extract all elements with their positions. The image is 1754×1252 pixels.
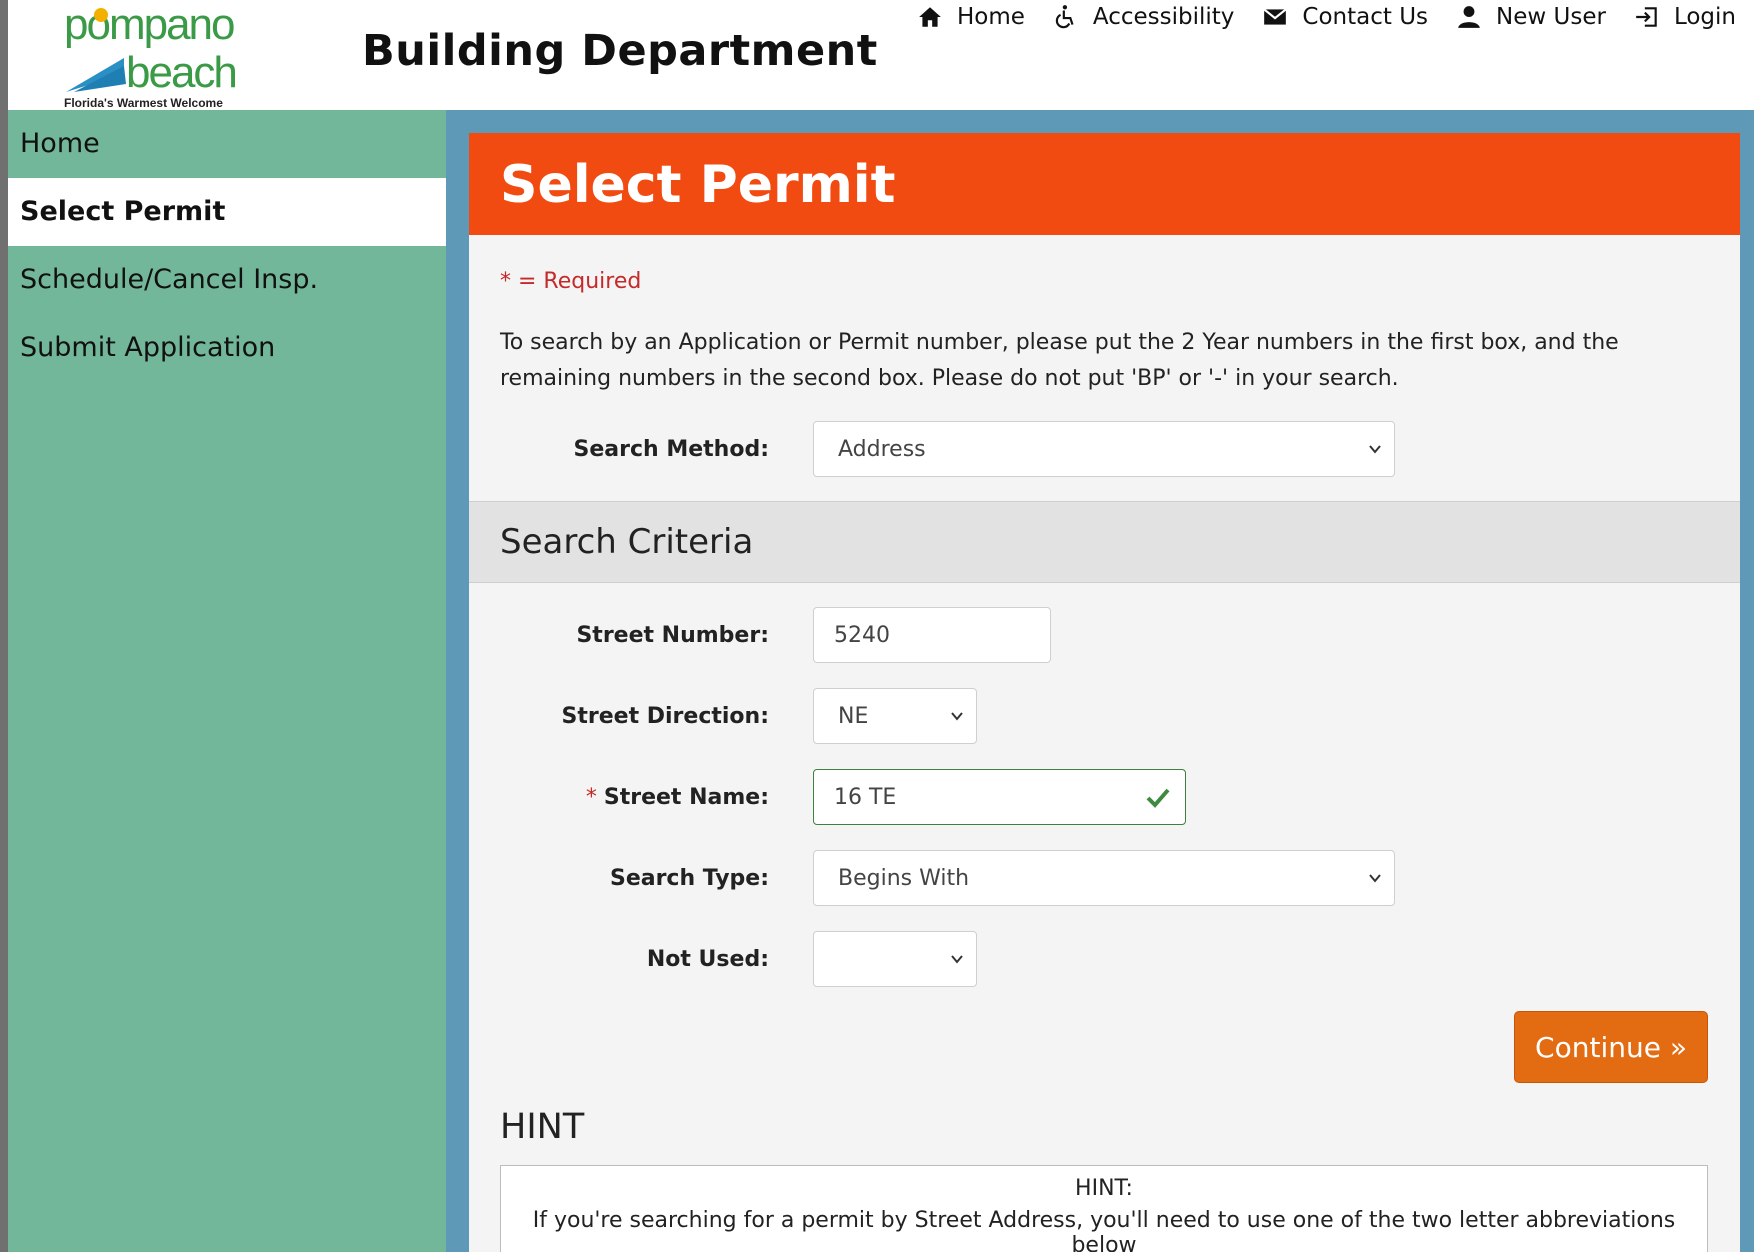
street-number-input[interactable]: 5240 <box>813 607 1051 663</box>
logo-tagline: Florida's Warmest Welcome <box>64 96 223 110</box>
logo-text-line1: pompano <box>64 0 235 49</box>
required-asterisk: * <box>585 785 604 810</box>
hint-box: HINT: If you're searching for a permit b… <box>500 1165 1708 1252</box>
section-title: Search Criteria <box>500 522 754 562</box>
street-number-label: Street Number: <box>576 623 769 648</box>
street-direction-value: NE <box>838 703 869 729</box>
select-permit-panel: Select Permit * = Required To search by … <box>469 133 1740 1252</box>
sidebar-item-schedule-cancel-insp[interactable]: Schedule/Cancel Insp. <box>8 246 446 314</box>
home-icon <box>919 7 941 27</box>
street-direction-label: Street Direction: <box>561 704 769 729</box>
street-direction-select[interactable]: NE <box>813 688 977 744</box>
continue-button[interactable]: Continue » <box>1514 1011 1708 1083</box>
sidebar-item-submit-application[interactable]: Submit Application <box>8 314 446 382</box>
chevron-down-icon <box>1369 445 1381 454</box>
nav-accessibility[interactable]: Accessibility <box>1053 4 1235 30</box>
pompano-beach-logo[interactable]: pompano beach Florida's Warmest Welcome <box>56 0 246 110</box>
nav-home-label: Home <box>956 4 1025 30</box>
fish-icon <box>66 58 126 92</box>
search-type-select[interactable]: Begins With <box>813 850 1395 906</box>
street-name-input[interactable]: 16 TE <box>813 769 1186 825</box>
street-number-value: 5240 <box>834 622 890 648</box>
envelope-icon <box>1263 8 1287 25</box>
site-header: pompano beach Florida's Warmest Welcome … <box>8 0 1754 110</box>
nav-new-user[interactable]: New User <box>1456 4 1606 30</box>
nav-accessibility-label: Accessibility <box>1092 4 1235 30</box>
login-icon <box>1636 7 1657 27</box>
not-used-label: Not Used: <box>646 947 769 972</box>
search-instructions: To search by an Application or Permit nu… <box>500 330 1619 391</box>
required-note: * = Required <box>500 269 642 294</box>
street-name-value: 16 TE <box>834 784 897 810</box>
not-used-select[interactable] <box>813 931 977 987</box>
chevron-down-icon <box>951 712 963 721</box>
nav-contact-us[interactable]: Contact Us <box>1262 4 1428 30</box>
sidebar-item-home[interactable]: Home <box>8 110 446 178</box>
nav-login-label: Login <box>1673 4 1736 30</box>
sun-icon <box>94 8 108 22</box>
checkmark-icon <box>1146 788 1170 808</box>
nav-login[interactable]: Login <box>1634 4 1736 30</box>
logo-text-line2: beach <box>126 48 238 97</box>
hint-heading: HINT <box>500 1107 585 1147</box>
search-method-label: Search Method: <box>573 437 769 462</box>
chevron-down-icon <box>1369 874 1381 883</box>
sidebar: Home Select Permit Schedule/Cancel Insp.… <box>8 110 446 1252</box>
user-icon <box>1458 6 1480 28</box>
chevron-down-icon <box>951 955 963 964</box>
accessibility-icon <box>1055 5 1074 29</box>
panel-title: Select Permit <box>500 155 896 215</box>
nav-home[interactable]: Home <box>917 4 1025 30</box>
street-name-label: * Street Name: <box>469 785 769 810</box>
page-title: Building Department <box>362 26 878 76</box>
nav-new-user-label: New User <box>1496 4 1606 30</box>
search-type-label: Search Type: <box>609 866 769 891</box>
search-criteria-header: Search Criteria <box>469 501 1740 583</box>
street-name-label-text: Street Name: <box>603 785 769 810</box>
window-edge <box>0 0 8 1252</box>
search-type-value: Begins With <box>838 865 970 891</box>
hint-box-title: HINT: <box>1075 1176 1133 1201</box>
hint-box-text: If you're searching for a permit by Stre… <box>532 1208 1676 1252</box>
top-navigation: Home Accessibility Contact Us New User L… <box>917 4 1736 30</box>
search-method-select[interactable]: Address <box>813 421 1395 477</box>
sidebar-item-select-permit[interactable]: Select Permit <box>8 178 446 246</box>
search-method-value: Address <box>838 436 926 462</box>
nav-contact-us-label: Contact Us <box>1302 4 1429 30</box>
panel-header: Select Permit <box>469 133 1740 235</box>
